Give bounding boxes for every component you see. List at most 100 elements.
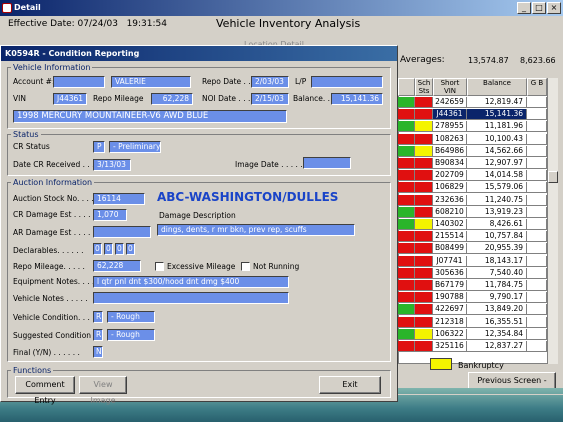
col-header-g[interactable]: G B <box>527 78 547 96</box>
suggested-condition-field[interactable]: - Rough <box>107 329 155 341</box>
sch-color-cell[interactable] <box>415 243 433 255</box>
g-cell[interactable] <box>527 121 547 133</box>
g-cell[interactable] <box>527 243 547 255</box>
g-cell[interactable] <box>527 158 547 169</box>
sch-color-cell[interactable] <box>415 316 433 328</box>
g-cell[interactable] <box>527 170 547 182</box>
declarable-1[interactable]: 0 <box>93 243 102 255</box>
g-cell[interactable] <box>527 194 547 206</box>
g-cell[interactable] <box>527 182 547 194</box>
damage-description-field[interactable]: dings, dents, r mr bkn, prev rep, scuffs <box>157 224 355 236</box>
balance-cell[interactable]: 10,100.43 <box>467 133 527 145</box>
status-color-cell[interactable] <box>398 109 415 121</box>
status-color-cell[interactable] <box>398 304 415 316</box>
vehicle-condition-field[interactable]: - Rough <box>107 311 155 323</box>
image-date-field[interactable] <box>303 157 351 169</box>
short-vin-cell[interactable]: J44361 <box>433 109 467 121</box>
cr-damage-field[interactable]: 1,070 <box>93 209 127 221</box>
sch-color-cell[interactable] <box>415 182 433 194</box>
sch-color-cell[interactable] <box>415 255 433 267</box>
repo-mileage-2-field[interactable]: 62,228 <box>93 260 141 272</box>
status-color-cell[interactable] <box>398 255 415 267</box>
sch-color-cell[interactable] <box>415 328 433 340</box>
short-vin-cell[interactable]: 215514 <box>433 231 467 243</box>
short-vin-cell[interactable]: 278955 <box>433 121 467 133</box>
g-cell[interactable] <box>527 316 547 328</box>
col-header-sch[interactable]: Sch Sts <box>415 78 433 96</box>
vehicle-condition-code[interactable]: R <box>93 311 103 323</box>
col-header-1[interactable] <box>398 78 415 96</box>
balance-cell[interactable]: 18,143.17 <box>467 255 527 267</box>
sch-color-cell[interactable] <box>415 121 433 133</box>
status-color-cell[interactable] <box>398 170 415 182</box>
g-cell[interactable] <box>527 206 547 218</box>
status-color-cell[interactable] <box>398 194 415 206</box>
balance-cell[interactable]: 12,907.97 <box>467 158 527 169</box>
sch-color-cell[interactable] <box>415 292 433 304</box>
vin-field[interactable]: J44361 <box>53 93 87 105</box>
status-color-cell[interactable] <box>398 133 415 145</box>
vehicle-notes-field[interactable] <box>93 292 289 304</box>
maximize-button[interactable]: □ <box>532 2 546 14</box>
cr-status-code-field[interactable]: P <box>93 141 105 153</box>
declarable-2[interactable]: 0 <box>104 243 113 255</box>
sch-color-cell[interactable] <box>415 170 433 182</box>
sch-color-cell[interactable] <box>415 133 433 145</box>
g-cell[interactable] <box>527 341 547 352</box>
status-color-cell[interactable] <box>398 328 415 340</box>
status-color-cell[interactable] <box>398 97 415 108</box>
repo-mileage-field[interactable]: 62,228 <box>151 93 193 105</box>
status-color-cell[interactable] <box>398 206 415 218</box>
g-cell[interactable] <box>527 304 547 316</box>
g-cell[interactable] <box>527 328 547 340</box>
g-cell[interactable] <box>527 255 547 267</box>
balance-cell[interactable]: 11,181.96 <box>467 121 527 133</box>
sch-color-cell[interactable] <box>415 145 433 157</box>
noi-date-field[interactable]: 2/15/03 <box>251 93 289 105</box>
g-cell[interactable] <box>527 145 547 157</box>
status-color-cell[interactable] <box>398 121 415 133</box>
g-cell[interactable] <box>527 109 547 121</box>
short-vin-cell[interactable]: 212318 <box>433 316 467 328</box>
first-name-field[interactable]: VALERIE <box>111 76 191 88</box>
ar-damage-field[interactable] <box>93 226 151 238</box>
status-color-cell[interactable] <box>398 182 415 194</box>
suggested-condition-code[interactable]: R <box>93 329 103 341</box>
excessive-mileage-checkbox[interactable] <box>155 262 164 271</box>
exit-button[interactable]: Exit <box>319 376 381 394</box>
sch-color-cell[interactable] <box>415 341 433 352</box>
g-cell[interactable] <box>527 280 547 291</box>
scroll-thumb[interactable] <box>548 171 558 183</box>
sch-color-cell[interactable] <box>415 194 433 206</box>
comment-entry-button[interactable]: Comment Entry <box>15 376 75 405</box>
short-vin-cell[interactable]: J07741 <box>433 255 467 267</box>
short-vin-cell[interactable]: 190788 <box>433 292 467 304</box>
balance-cell[interactable]: 7,540.40 <box>467 267 527 279</box>
sch-color-cell[interactable] <box>415 158 433 169</box>
status-color-cell[interactable] <box>398 292 415 304</box>
stock-no-field[interactable]: 16114 <box>93 193 145 205</box>
status-color-cell[interactable] <box>398 280 415 291</box>
not-running-checkbox[interactable] <box>241 262 250 271</box>
short-vin-cell[interactable]: 305636 <box>433 267 467 279</box>
repo-date-field[interactable]: 2/03/03 <box>251 76 289 88</box>
balance-cell[interactable]: 13,919.23 <box>467 206 527 218</box>
balance-cell[interactable]: 9,790.17 <box>467 292 527 304</box>
short-vin-cell[interactable]: 242659 <box>433 97 467 108</box>
balance-cell[interactable]: 14,562.66 <box>467 145 527 157</box>
short-vin-cell[interactable]: B67179 <box>433 280 467 291</box>
short-vin-cell[interactable]: B90834 <box>433 158 467 169</box>
short-vin-cell[interactable]: 106322 <box>433 328 467 340</box>
equipment-notes-field[interactable]: l qtr pnl dnt $300/hood dnt dmg $400 <box>93 276 289 288</box>
short-vin-cell[interactable]: 108263 <box>433 133 467 145</box>
declarable-3[interactable]: 0 <box>115 243 124 255</box>
short-vin-cell[interactable]: 608210 <box>433 206 467 218</box>
short-vin-cell[interactable]: B08499 <box>433 243 467 255</box>
g-cell[interactable] <box>527 292 547 304</box>
lp-field[interactable] <box>311 76 383 88</box>
short-vin-cell[interactable]: 202709 <box>433 170 467 182</box>
sch-color-cell[interactable] <box>415 304 433 316</box>
short-vin-cell[interactable]: B64986 <box>433 145 467 157</box>
g-cell[interactable] <box>527 133 547 145</box>
final-field[interactable]: N <box>93 346 103 358</box>
